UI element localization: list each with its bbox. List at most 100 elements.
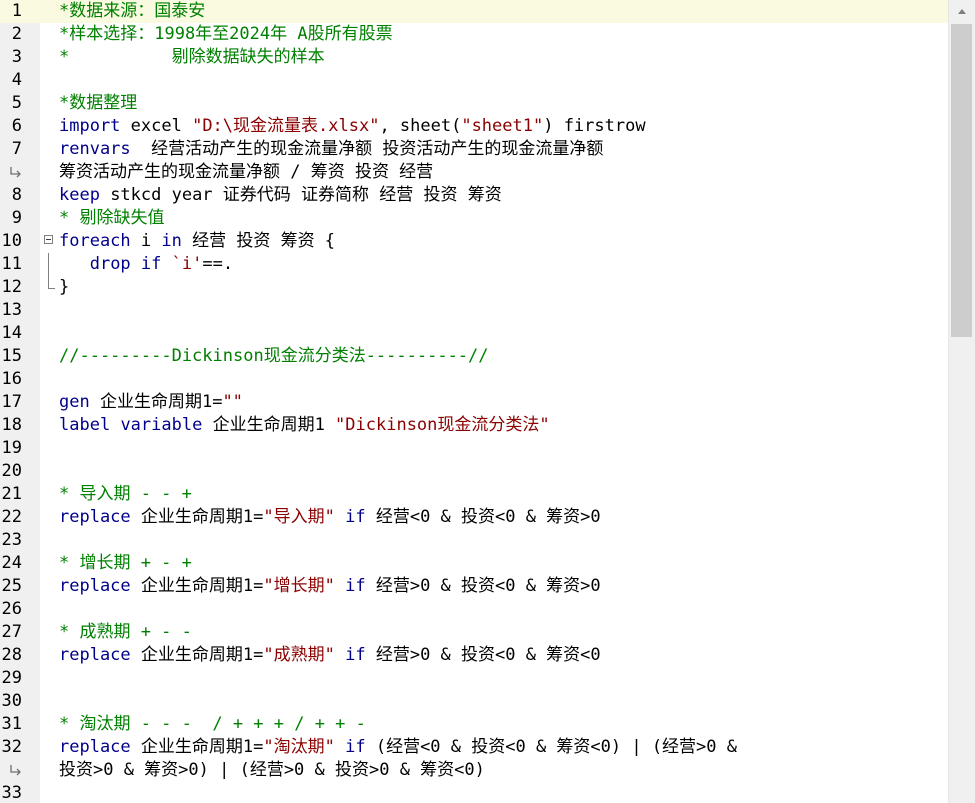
code-text[interactable]: *数据整理	[59, 92, 137, 115]
code-line[interactable]: 19	[0, 437, 948, 460]
code-token: 经营<0 & 投资<0 & 筹资>0	[365, 507, 601, 527]
code-text[interactable]: replace 企业生命周期1="导入期" if 经营<0 & 投资<0 & 筹…	[59, 506, 601, 529]
code-text[interactable]: * 淘汰期 - - - / + + + / + + -	[59, 713, 366, 736]
code-text[interactable]: * 剔除缺失值	[59, 207, 164, 230]
code-line[interactable]: 13	[0, 299, 948, 322]
code-line[interactable]: 4	[0, 69, 948, 92]
code-text[interactable]: 筹资活动产生的现金流量净额 / 筹资 投资 经营	[59, 161, 433, 184]
code-lines[interactable]: 1 *数据来源：国泰安 2 *样本选择：1998年至2024年 A股所有股票 3 * 剔除…	[0, 0, 948, 803]
line-number: 6	[11, 116, 22, 136]
code-line[interactable]: 32 replace 企业生命周期1="淘汰期" if (经营<0 & 投资<0 …	[0, 736, 948, 759]
comment-token: *样本选择：1998年至2024年 A股所有股票	[59, 24, 393, 44]
comment-token: //---------Dickinson现金流分类法----------//	[59, 346, 489, 366]
code-line[interactable]: 10 foreach i in 经营 投资 筹资 {	[0, 230, 948, 253]
code-line[interactable]: 26	[0, 598, 948, 621]
code-line[interactable]: 筹资活动产生的现金流量净额 / 筹资 投资 经营	[0, 161, 948, 184]
line-number: 17	[1, 392, 22, 412]
code-text[interactable]: gen 企业生命周期1=""	[59, 391, 243, 414]
code-line[interactable]: 8 keep stkcd year 证券代码 证券简称 经营 投资 筹资	[0, 184, 948, 207]
code-text[interactable]: renvars 经营活动产生的现金流量净额 投资活动产生的现金流量净额	[59, 138, 603, 161]
code-text[interactable]: import excel "D:\现金流量表.xlsx", sheet("she…	[59, 115, 646, 138]
keyword-token: if	[345, 507, 366, 527]
code-text[interactable]: replace 企业生命周期1="淘汰期" if (经营<0 & 投资<0 & …	[59, 736, 737, 759]
string-token: "Dickinson现金流分类法"	[335, 415, 550, 435]
keyword-token: foreach	[59, 231, 131, 251]
code-text[interactable]: foreach i in 经营 投资 筹资 {	[59, 230, 335, 253]
fold-end-marker	[48, 276, 55, 289]
code-line[interactable]: 11 drop if `i'==.	[0, 253, 948, 276]
code-line[interactable]: 投资>0 & 筹资>0) | (经营>0 & 投资>0 & 筹资<0)	[0, 759, 948, 782]
scroll-up-arrow-icon[interactable]	[949, 0, 975, 24]
code-token: }	[59, 277, 70, 297]
line-number: 29	[1, 668, 22, 688]
line-number: 12	[1, 277, 22, 297]
code-editor[interactable]: 1 *数据来源：国泰安 2 *样本选择：1998年至2024年 A股所有股票 3 * 剔除…	[0, 0, 975, 803]
code-text[interactable]: * 导入期 - - +	[59, 483, 192, 506]
code-line[interactable]: 17 gen 企业生命周期1=""	[0, 391, 948, 414]
code-text[interactable]: drop if `i'==.	[59, 253, 233, 276]
string-token: "增长期"	[263, 576, 335, 596]
line-number: 21	[1, 484, 22, 504]
code-token: excel	[120, 116, 193, 136]
code-line[interactable]: 5 *数据整理	[0, 92, 948, 115]
code-line[interactable]: 3 * 剔除数据缺失的样本	[0, 46, 948, 69]
code-text[interactable]: replace 企业生命周期1="增长期" if 经营>0 & 投资<0 & 筹…	[59, 575, 601, 598]
code-text[interactable]: *样本选择：1998年至2024年 A股所有股票	[59, 23, 393, 46]
code-line[interactable]: 20	[0, 460, 948, 483]
line-number: 2	[11, 24, 22, 44]
code-line[interactable]: 18 label variable 企业生命周期1 "Dickinson现金流分类…	[0, 414, 948, 437]
code-text[interactable]: * 增长期 + - +	[59, 552, 192, 575]
code-line[interactable]: 16	[0, 368, 948, 391]
line-number: 5	[11, 93, 22, 113]
code-text[interactable]: label variable 企业生命周期1 "Dickinson现金流分类法"	[59, 414, 550, 437]
code-line[interactable]: 12}	[0, 276, 948, 299]
code-token: i	[130, 231, 162, 251]
code-line[interactable]: 9 * 剔除缺失值	[0, 207, 948, 230]
scroll-thumb[interactable]	[951, 24, 972, 337]
code-line[interactable]: 21 * 导入期 - - +	[0, 483, 948, 506]
string-token: "D:\现金流量表.xlsx"	[192, 116, 380, 136]
keyword-token: drop	[89, 254, 131, 274]
code-text[interactable]: 投资>0 & 筹资>0) | (经营>0 & 投资>0 & 筹资<0)	[59, 759, 485, 782]
code-line[interactable]: 31 * 淘汰期 - - - / + + + / + + -	[0, 713, 948, 736]
line-number: 26	[1, 599, 22, 619]
code-text[interactable]: keep stkcd year 证券代码 证券简称 经营 投资 筹资	[59, 184, 502, 207]
code-line[interactable]: 1 *数据来源：国泰安	[0, 0, 948, 23]
code-line[interactable]: 24 * 增长期 + - +	[0, 552, 948, 575]
code-text[interactable]: //---------Dickinson现金流分类法----------//	[59, 345, 489, 368]
keyword-token: renvars	[59, 139, 131, 159]
line-number: 32	[1, 737, 22, 757]
keyword-token: keep	[59, 185, 100, 205]
string-token: `i'	[171, 254, 203, 274]
line-number: 7	[11, 139, 22, 159]
code-token: 企业生命周期1=	[130, 576, 264, 596]
vertical-scrollbar[interactable]	[948, 0, 975, 803]
string-token: ""	[222, 392, 243, 412]
code-line[interactable]: 30	[0, 690, 948, 713]
line-number: 25	[1, 576, 22, 596]
line-number: 13	[1, 300, 22, 320]
code-line[interactable]: 27 * 成熟期 + - -	[0, 621, 948, 644]
keyword-token: if	[345, 576, 366, 596]
code-line[interactable]: 6 import excel "D:\现金流量表.xlsx", sheet("sh…	[0, 115, 948, 138]
keyword-token: replace	[59, 576, 131, 596]
keyword-token: variable	[120, 415, 203, 435]
code-line[interactable]: 2 *样本选择：1998年至2024年 A股所有股票	[0, 23, 948, 46]
line-number: 30	[1, 691, 22, 711]
code-text[interactable]: * 剔除数据缺失的样本	[59, 46, 325, 69]
fold-collapse-icon[interactable]	[44, 235, 53, 244]
code-line[interactable]: 14	[0, 322, 948, 345]
code-line[interactable]: 33	[0, 782, 948, 803]
code-line[interactable]: 25 replace 企业生命周期1="增长期" if 经营>0 & 投资<0 &…	[0, 575, 948, 598]
code-line[interactable]: 29	[0, 667, 948, 690]
code-line[interactable]: 22 replace 企业生命周期1="导入期" if 经营<0 & 投资<0 &…	[0, 506, 948, 529]
code-text[interactable]: }	[59, 276, 69, 299]
code-line[interactable]: 7 renvars 经营活动产生的现金流量净额 投资活动产生的现金流量净额	[0, 138, 948, 161]
code-line[interactable]: 15 //---------Dickinson现金流分类法----------//	[0, 345, 948, 368]
code-text[interactable]: *数据来源：国泰安	[59, 0, 205, 23]
code-line[interactable]: 23	[0, 529, 948, 552]
code-text[interactable]: replace 企业生命周期1="成熟期" if 经营>0 & 投资<0 & 筹…	[59, 644, 601, 667]
code-text[interactable]: * 成熟期 + - -	[59, 621, 192, 644]
code-line[interactable]: 28 replace 企业生命周期1="成熟期" if 经营>0 & 投资<0 &…	[0, 644, 948, 667]
